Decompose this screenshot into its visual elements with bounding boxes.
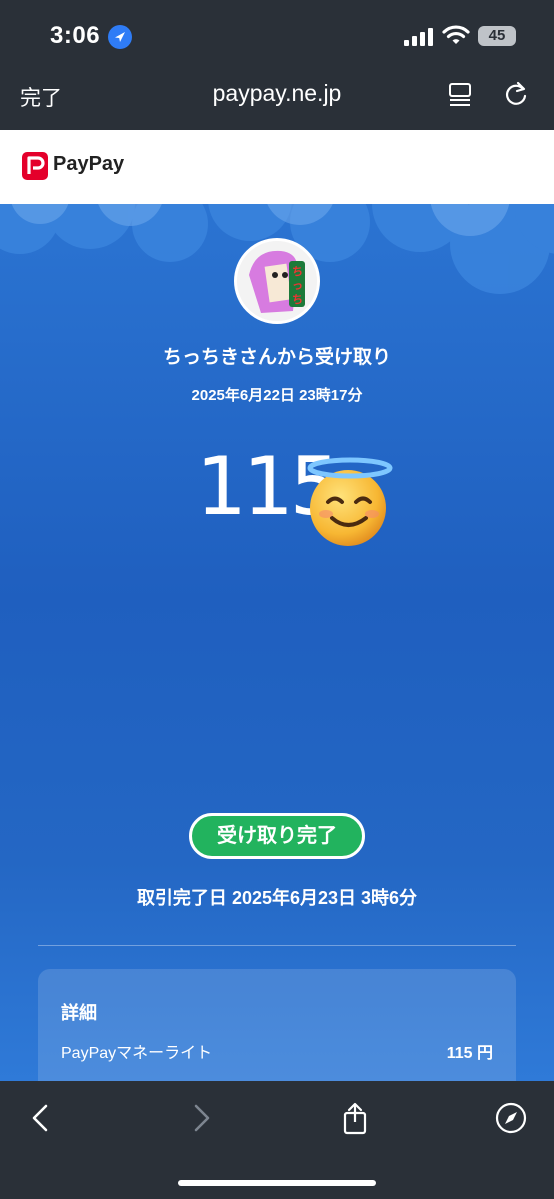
- home-indicator[interactable]: [178, 1180, 376, 1186]
- paypay-brand-name: PayPay: [53, 153, 125, 175]
- battery-indicator: 45: [478, 26, 516, 46]
- sender-avatar: ち っ ち: [234, 238, 320, 324]
- reader-view-icon[interactable]: [446, 80, 474, 108]
- sender-title: ちっちきさんから受け取り: [162, 347, 391, 368]
- received-status-badge: 受け取り完了: [189, 813, 365, 859]
- details-title: 詳細: [61, 1003, 97, 1023]
- share-icon[interactable]: [338, 1101, 372, 1135]
- browser-top-bar: 完了 paypay.ne.jp: [0, 72, 554, 130]
- location-arrow-icon: [108, 25, 132, 49]
- smiling-halo-emoji-icon: [307, 457, 393, 546]
- completion-date: 取引完了日 2025年6月23日 3時6分: [136, 888, 418, 908]
- detail-label: PayPayマネーライト: [61, 1045, 213, 1062]
- details-card: 詳細 PayPayマネーライト 115 円: [38, 969, 516, 1081]
- forward-chevron-icon[interactable]: [184, 1101, 218, 1135]
- receipt-panel: ち っ ち ちっちきさんから受け取り 2025年6月22日 23時17分 115…: [0, 204, 554, 1081]
- paypay-header: PayPay: [0, 130, 554, 204]
- cellular-signal-icon: [404, 28, 433, 46]
- paypay-logo-icon: [22, 152, 48, 180]
- svg-text:っ: っ: [292, 279, 303, 292]
- detail-value: 115 円: [446, 1045, 493, 1062]
- compass-icon[interactable]: [494, 1101, 528, 1135]
- reload-icon[interactable]: [502, 80, 530, 108]
- status-time: 3:06: [50, 22, 101, 49]
- section-divider: [38, 945, 516, 946]
- back-chevron-icon[interactable]: [24, 1101, 58, 1135]
- wifi-icon: [442, 25, 470, 44]
- transaction-date: 2025年6月22日 23時17分: [191, 387, 363, 404]
- svg-text:ち: ち: [292, 293, 303, 306]
- status-bar: 3:06 45: [0, 0, 554, 72]
- svg-text:ち: ち: [292, 265, 303, 278]
